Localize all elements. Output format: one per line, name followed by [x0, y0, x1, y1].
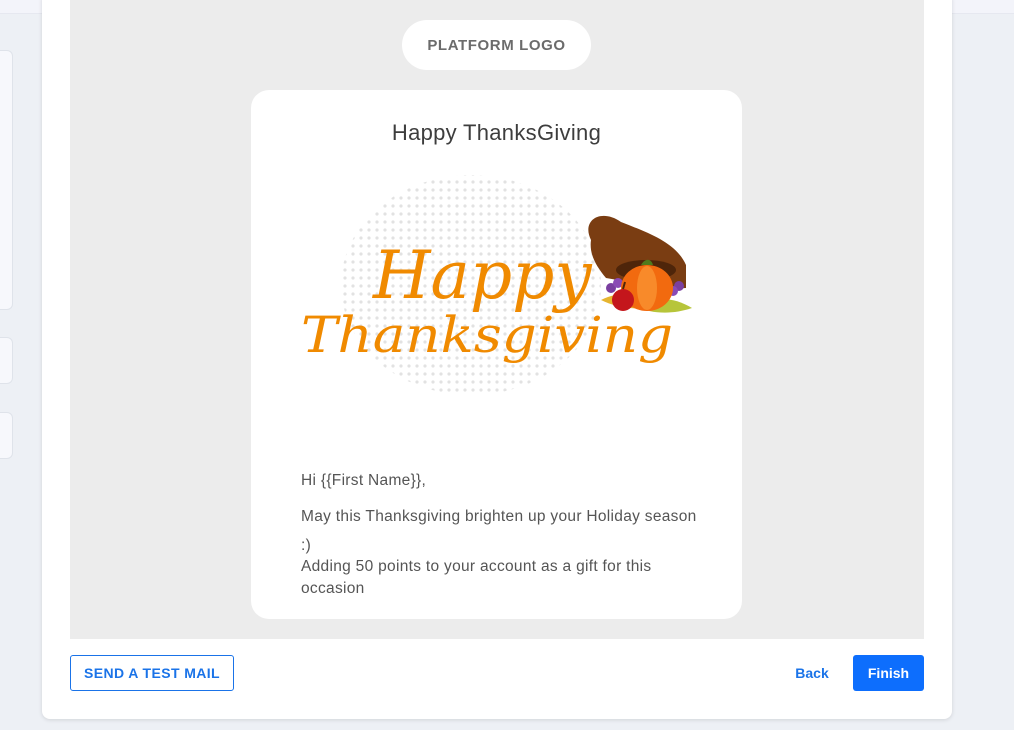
- side-panel-tab[interactable]: [0, 337, 13, 384]
- email-preview-card: PLATFORM LOGO Happy ThanksGiving Happy T…: [42, 0, 952, 719]
- finish-button[interactable]: Finish: [853, 655, 924, 691]
- back-button[interactable]: Back: [782, 655, 842, 691]
- hero-text-line2: Thanksgiving: [301, 306, 673, 364]
- thanksgiving-hero-image: Happy Thanksgiving: [301, 170, 692, 416]
- email-gift-note: Adding 50 points to your account as a gi…: [301, 558, 652, 597]
- email-message: Hi {{First Name}}, May this Thanksgiving…: [301, 472, 701, 600]
- side-panel-tab[interactable]: [0, 412, 13, 459]
- email-body-card: Happy ThanksGiving Happy Thanksgiving Hi…: [251, 90, 742, 619]
- email-message-text: May this Thanksgiving brighten up your H…: [301, 508, 697, 554]
- side-panel-tab[interactable]: [0, 50, 13, 310]
- email-preview-area: PLATFORM LOGO Happy ThanksGiving Happy T…: [70, 0, 924, 639]
- email-greeting: Hi {{First Name}},: [301, 472, 427, 489]
- send-test-mail-button[interactable]: SEND A TEST MAIL: [70, 655, 234, 691]
- platform-logo-placeholder: PLATFORM LOGO: [402, 20, 591, 70]
- email-title: Happy ThanksGiving: [391, 120, 602, 145]
- hero-text-line1: Happy: [372, 237, 592, 314]
